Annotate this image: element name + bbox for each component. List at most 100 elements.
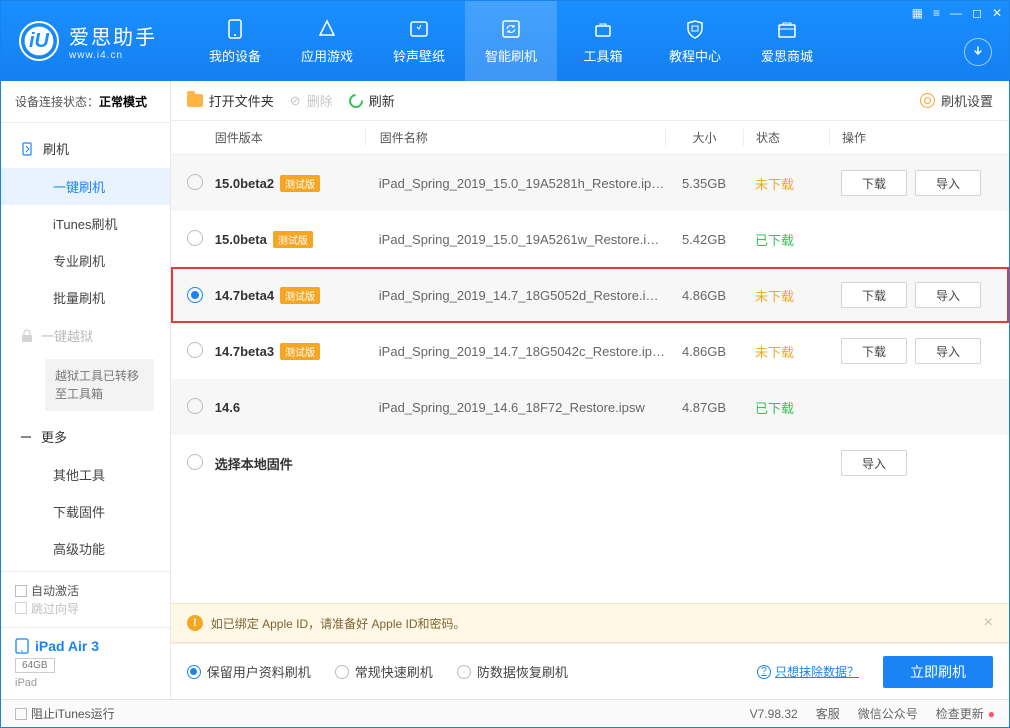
nav-label: 铃声壁纸	[393, 46, 445, 65]
row-version: 15.0beta测试版	[215, 231, 365, 248]
maximize-icon[interactable]: ◻	[972, 6, 982, 20]
sidebar-flash-item[interactable]: 专业刷机	[1, 242, 170, 279]
firmware-row[interactable]: 14.7beta3测试版iPad_Spring_2019_14.7_18G504…	[171, 323, 1009, 379]
import-button[interactable]: 导入	[915, 338, 981, 364]
nav-4[interactable]: 工具箱	[557, 1, 649, 81]
footer: 阻止iTunes运行 V7.98.32 客服 微信公众号 检查更新●	[1, 699, 1009, 727]
device-panel: iPad Air 3 64GB iPad	[1, 627, 170, 699]
row-name: iPad_Spring_2019_14.6_18F72_Restore.ipsw	[365, 400, 665, 415]
download-button[interactable]: 下载	[841, 170, 907, 196]
wechat-link[interactable]: 微信公众号	[858, 705, 918, 722]
skip-guide-checkbox[interactable]: 跳过向导	[15, 600, 79, 617]
download-button[interactable]: 下载	[841, 338, 907, 364]
nav-3[interactable]: 智能刷机	[465, 1, 557, 81]
list-header: 固件版本 固件名称 大小 状态 操作	[171, 121, 1009, 155]
sidebar-more-item[interactable]: 下载固件	[1, 493, 170, 530]
nav-0[interactable]: 我的设备	[189, 1, 281, 81]
sidebar-flash-item[interactable]: 批量刷机	[1, 279, 170, 316]
row-size: 4.86GB	[665, 344, 743, 359]
nav-label: 教程中心	[669, 46, 721, 65]
block-itunes-checkbox[interactable]: 阻止iTunes运行	[15, 705, 115, 722]
menu-icon[interactable]: ≡	[933, 6, 940, 20]
flash-option[interactable]: 常规快速刷机	[335, 662, 433, 681]
radio-icon	[335, 665, 349, 679]
download-manager-icon[interactable]	[964, 38, 992, 66]
row-size: 4.87GB	[665, 400, 743, 415]
import-button[interactable]: 导入	[915, 170, 981, 196]
customer-service-link[interactable]: 客服	[816, 705, 840, 722]
help-icon: ?	[757, 665, 771, 679]
close-alert-icon[interactable]: ×	[984, 614, 993, 632]
nav-label: 应用游戏	[301, 46, 353, 65]
appleid-alert: ! 如已绑定 Apple ID，请准备好 Apple ID和密码。 ×	[171, 603, 1009, 643]
flash-option-label: 常规快速刷机	[355, 662, 433, 681]
logo-icon: iU	[19, 21, 59, 61]
row-radio[interactable]	[187, 230, 203, 246]
brand-logo: iU 爱思助手 www.i4.cn	[1, 21, 175, 61]
row-status: 未下载	[743, 174, 829, 193]
top-nav: 我的设备应用游戏 铃声壁纸 智能刷机工具箱教程中心 爱思商城	[189, 1, 833, 81]
import-button[interactable]: 导入	[841, 450, 907, 476]
radio-icon	[457, 665, 471, 679]
section-jailbreak-label: 一键越狱	[41, 326, 93, 345]
beta-badge: 测试版	[280, 175, 320, 192]
auto-activate-checkbox[interactable]: 自动激活	[15, 582, 79, 599]
close-icon[interactable]: ✕	[992, 6, 1002, 20]
section-flash[interactable]: 刷机	[1, 129, 170, 168]
folder-icon	[187, 94, 203, 107]
flash-option-label: 保留用户资料刷机	[207, 662, 311, 681]
open-folder-button[interactable]: 打开文件夹	[187, 91, 274, 110]
radio-icon	[187, 665, 201, 679]
flash-settings-button[interactable]: 刷机设置	[920, 91, 993, 110]
delete-button[interactable]: ⊘删除	[290, 91, 333, 110]
warning-icon: !	[187, 615, 203, 631]
firmware-row[interactable]: 15.0beta测试版iPad_Spring_2019_15.0_19A5261…	[171, 211, 1009, 267]
row-radio[interactable]	[187, 454, 203, 470]
flash-option[interactable]: 保留用户资料刷机	[187, 662, 311, 681]
row-radio[interactable]	[187, 398, 203, 414]
beta-badge: 测试版	[280, 343, 320, 360]
choose-local-row[interactable]: 选择本地固件 导入	[171, 435, 1009, 491]
flash-option[interactable]: 防数据恢复刷机	[457, 662, 568, 681]
section-jailbreak: 一键越狱	[1, 316, 170, 355]
row-size: 4.86GB	[665, 288, 743, 303]
section-more[interactable]: 更多	[1, 417, 170, 456]
jailbreak-note: 越狱工具已转移至工具箱	[45, 359, 154, 411]
nav-5[interactable]: 教程中心	[649, 1, 741, 81]
skip-guide-label: 跳过向导	[31, 600, 79, 617]
row-radio[interactable]	[187, 342, 203, 358]
import-button[interactable]: 导入	[915, 282, 981, 308]
beta-badge: 测试版	[280, 287, 320, 304]
firmware-row[interactable]: 15.0beta2测试版iPad_Spring_2019_15.0_19A528…	[171, 155, 1009, 211]
download-button[interactable]: 下载	[841, 282, 907, 308]
row-version: 选择本地固件	[215, 454, 365, 473]
erase-data-link[interactable]: ?只想抹除数据？	[757, 663, 859, 680]
device-name[interactable]: iPad Air 3	[15, 638, 156, 654]
row-version: 14.7beta4测试版	[215, 287, 365, 304]
firmware-row[interactable]: 14.7beta4测试版iPad_Spring_2019_14.7_18G505…	[171, 267, 1009, 323]
flash-now-button[interactable]: 立即刷机	[883, 656, 993, 688]
minimize-icon[interactable]: —	[950, 6, 962, 20]
row-status: 未下载	[743, 342, 829, 361]
nav-6[interactable]: 爱思商城	[741, 1, 833, 81]
window-controls: ▦ ≡ — ◻ ✕	[912, 6, 1002, 20]
row-radio[interactable]	[187, 174, 203, 190]
brand-name: 爱思助手	[69, 21, 157, 50]
nav-1[interactable]: 应用游戏	[281, 1, 373, 81]
sidebar-flash-item[interactable]: 一键刷机	[1, 168, 170, 205]
sidebar-flash-item[interactable]: iTunes刷机	[1, 205, 170, 242]
skin-icon[interactable]: ▦	[912, 6, 923, 20]
firmware-row[interactable]: 14.6iPad_Spring_2019_14.6_18F72_Restore.…	[171, 379, 1009, 435]
row-radio[interactable]	[187, 287, 203, 303]
device-capacity: 64GB	[15, 658, 55, 673]
row-status: 已下载	[743, 230, 829, 249]
sidebar-more-item[interactable]: 其他工具	[1, 456, 170, 493]
col-name: 固件名称	[365, 129, 665, 146]
row-status: 未下载	[743, 286, 829, 305]
col-ops: 操作	[829, 129, 993, 146]
check-update-link[interactable]: 检查更新●	[936, 705, 995, 722]
sidebar-more-item[interactable]: 高级功能	[1, 530, 170, 567]
nav-2[interactable]: 铃声壁纸	[373, 1, 465, 81]
refresh-button[interactable]: 刷新	[349, 91, 395, 110]
nav-icon	[683, 18, 707, 40]
